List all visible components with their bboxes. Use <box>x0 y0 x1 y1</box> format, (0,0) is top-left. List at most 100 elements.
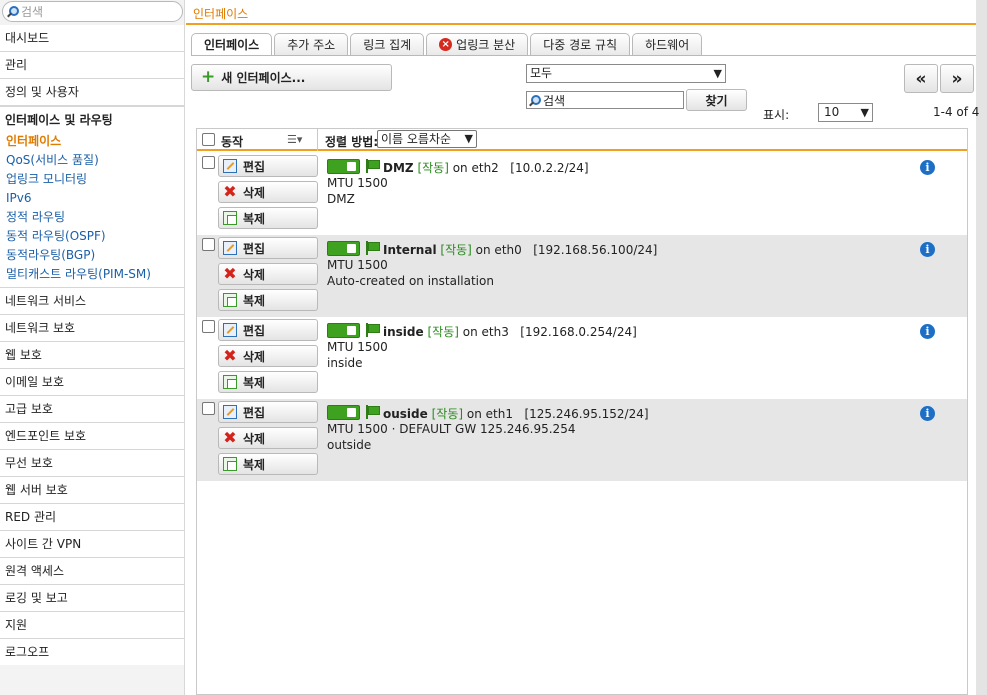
tab-interfaces[interactable]: 인터페이스 <box>191 33 273 55</box>
sidebar-item[interactable]: 웹 보호 <box>0 342 184 369</box>
interface-name[interactable]: ouside <box>383 407 428 421</box>
enable-toggle[interactable] <box>327 323 360 338</box>
delete-button[interactable]: ✖ 삭제 <box>218 263 318 285</box>
delete-button[interactable]: ✖ 삭제 <box>218 181 318 203</box>
sidebar-subitem[interactable]: 동적라우팅(BGP) <box>0 246 184 265</box>
sidebar-item[interactable]: 관리 <box>0 52 184 79</box>
table-row: 편집 ✖ 삭제 복제 Internal [작동] on eth0 [192.168… <box>197 235 967 317</box>
copy-button[interactable]: 복제 <box>218 289 318 311</box>
sidebar-item[interactable]: 웹 서버 보호 <box>0 477 184 504</box>
tab-multipath-rules[interactable]: 다중 경로 규칙 <box>530 33 631 55</box>
sidebar-item[interactable]: 정의 및 사용자 <box>0 79 184 106</box>
search-input[interactable]: 검색 <box>526 91 684 109</box>
copy-icon <box>223 375 237 389</box>
chevron-down-icon: ▼ <box>464 132 473 145</box>
sidebar-item[interactable]: 엔드포인트 보호 <box>0 423 184 450</box>
interface-table: 동작 ☰▾ 정렬 방법: 이름 오름차순 ▼ 편집 ✖ 삭제 복제 DMZ [작동… <box>196 128 968 695</box>
edit-button[interactable]: 편집 <box>218 401 318 423</box>
sidebar-item[interactable]: 고급 보호 <box>0 396 184 423</box>
new-interface-button[interactable]: + 새 인터페이스... <box>191 64 392 91</box>
sort-select[interactable]: 이름 오름차순 ▼ <box>377 130 477 148</box>
edit-button[interactable]: 편집 <box>218 237 318 259</box>
delete-button[interactable]: ✖ 삭제 <box>218 427 318 449</box>
interface-name[interactable]: DMZ <box>383 161 414 175</box>
sidebar-search-input[interactable]: 검색 <box>2 1 183 22</box>
flag-icon <box>365 405 380 419</box>
tab-hardware[interactable]: 하드웨어 <box>632 33 703 55</box>
delete-icon: ✖ <box>223 182 237 201</box>
edit-button[interactable]: 편집 <box>218 155 318 177</box>
copy-icon <box>223 211 237 225</box>
copy-label: 복제 <box>243 457 266 472</box>
sidebar-subitem-interfaces[interactable]: 인터페이스 <box>0 132 184 151</box>
table-row: 편집 ✖ 삭제 복제 ouside [작동] on eth1 [125.246.9… <box>197 399 967 481</box>
interface-summary: Internal [작동] on eth0 [192.168.56.100/24… <box>383 241 657 258</box>
table-header: 동작 ☰▾ 정렬 방법: 이름 오름차순 ▼ <box>197 129 967 151</box>
sidebar-item[interactable]: 로깅 및 보고 <box>0 585 184 612</box>
row-checkbox[interactable] <box>202 402 215 415</box>
filter-select[interactable]: 모두 ▼ <box>526 64 726 83</box>
sidebar-subitem[interactable]: 멀티캐스트 라우팅(PIM-SM) <box>0 265 184 284</box>
sidebar-item-logoff[interactable]: 로그오프 <box>0 639 184 666</box>
edit-button[interactable]: 편집 <box>218 319 318 341</box>
interface-comment: DMZ <box>327 192 355 206</box>
column-menu-icon[interactable]: ☰▾ <box>287 133 302 146</box>
row-checkbox[interactable] <box>202 238 215 251</box>
sidebar-item[interactable]: RED 관리 <box>0 504 184 531</box>
info-icon[interactable]: i <box>920 242 935 257</box>
copy-button[interactable]: 복제 <box>218 371 318 393</box>
interface-name[interactable]: Internal <box>383 243 437 257</box>
flag-icon <box>365 159 380 173</box>
sidebar-subitem[interactable]: 동적 라우팅(OSPF) <box>0 227 184 246</box>
edit-label: 편집 <box>243 405 266 420</box>
double-chevron-right-icon: » <box>951 68 963 89</box>
sidebar-subitem[interactable]: 업링크 모니터링 <box>0 170 184 189</box>
sidebar-item[interactable]: 네트워크 서비스 <box>0 288 184 315</box>
edit-label: 편집 <box>243 241 266 256</box>
chevron-down-icon: ▼ <box>713 67 722 80</box>
tab-link-aggregation[interactable]: 링크 집계 <box>350 33 425 55</box>
sidebar: 검색 대시보드 관리 정의 및 사용자 인터페이스 및 라우팅 인터페이스 Qo… <box>0 0 185 695</box>
table-row: 편집 ✖ 삭제 복제 DMZ [작동] on eth2 [10.0.2.2/24]… <box>197 153 967 235</box>
sidebar-item[interactable]: 무선 보호 <box>0 450 184 477</box>
interface-mtu: MTU 1500 · DEFAULT GW 125.246.95.254 <box>327 422 576 436</box>
copy-label: 복제 <box>243 211 266 226</box>
copy-button[interactable]: 복제 <box>218 453 318 475</box>
sidebar-item[interactable]: 이메일 보호 <box>0 369 184 396</box>
next-page-button[interactable]: » <box>940 64 974 93</box>
edit-icon <box>223 241 237 255</box>
row-checkbox[interactable] <box>202 320 215 333</box>
copy-button[interactable]: 복제 <box>218 207 318 229</box>
sidebar-item[interactable]: 원격 액세스 <box>0 558 184 585</box>
delete-button[interactable]: ✖ 삭제 <box>218 345 318 367</box>
previous-page-button[interactable]: « <box>904 64 938 93</box>
enable-toggle[interactable] <box>327 405 360 420</box>
find-button[interactable]: 찾기 <box>686 89 747 111</box>
flag-icon <box>365 323 380 337</box>
sidebar-subitem[interactable]: QoS(서비스 품질) <box>0 151 184 170</box>
sidebar-subitem[interactable]: 정적 라우팅 <box>0 208 184 227</box>
page-size-select[interactable]: 10 ▼ <box>818 103 873 122</box>
info-icon[interactable]: i <box>920 406 935 421</box>
tab-additional-addresses[interactable]: 추가 주소 <box>274 33 349 55</box>
interface-hardware: on eth3 <box>462 325 509 339</box>
interface-hardware: on eth1 <box>466 407 513 421</box>
edit-label: 편집 <box>243 323 266 338</box>
sidebar-subitem[interactable]: IPv6 <box>0 189 184 208</box>
sidebar-item[interactable]: 사이트 간 VPN <box>0 531 184 558</box>
interface-name[interactable]: inside <box>383 325 424 339</box>
sidebar-item[interactable]: 대시보드 <box>0 25 184 52</box>
sidebar-item[interactable]: 네트워크 보호 <box>0 315 184 342</box>
interface-summary: ouside [작동] on eth1 [125.246.95.152/24] <box>383 405 649 422</box>
page-size-value: 10 <box>824 105 840 119</box>
info-icon[interactable]: i <box>920 324 935 339</box>
select-all-checkbox[interactable] <box>202 133 215 146</box>
enable-toggle[interactable] <box>327 241 360 256</box>
interface-summary: DMZ [작동] on eth2 [10.0.2.2/24] <box>383 159 589 176</box>
info-icon[interactable]: i <box>920 160 935 175</box>
sidebar-item[interactable]: 지원 <box>0 612 184 639</box>
sidebar-group-title[interactable]: 인터페이스 및 라우팅 <box>0 106 184 132</box>
tab-uplink-balancing[interactable]: × 업링크 분산 <box>426 33 529 55</box>
enable-toggle[interactable] <box>327 159 360 174</box>
row-checkbox[interactable] <box>202 156 215 169</box>
